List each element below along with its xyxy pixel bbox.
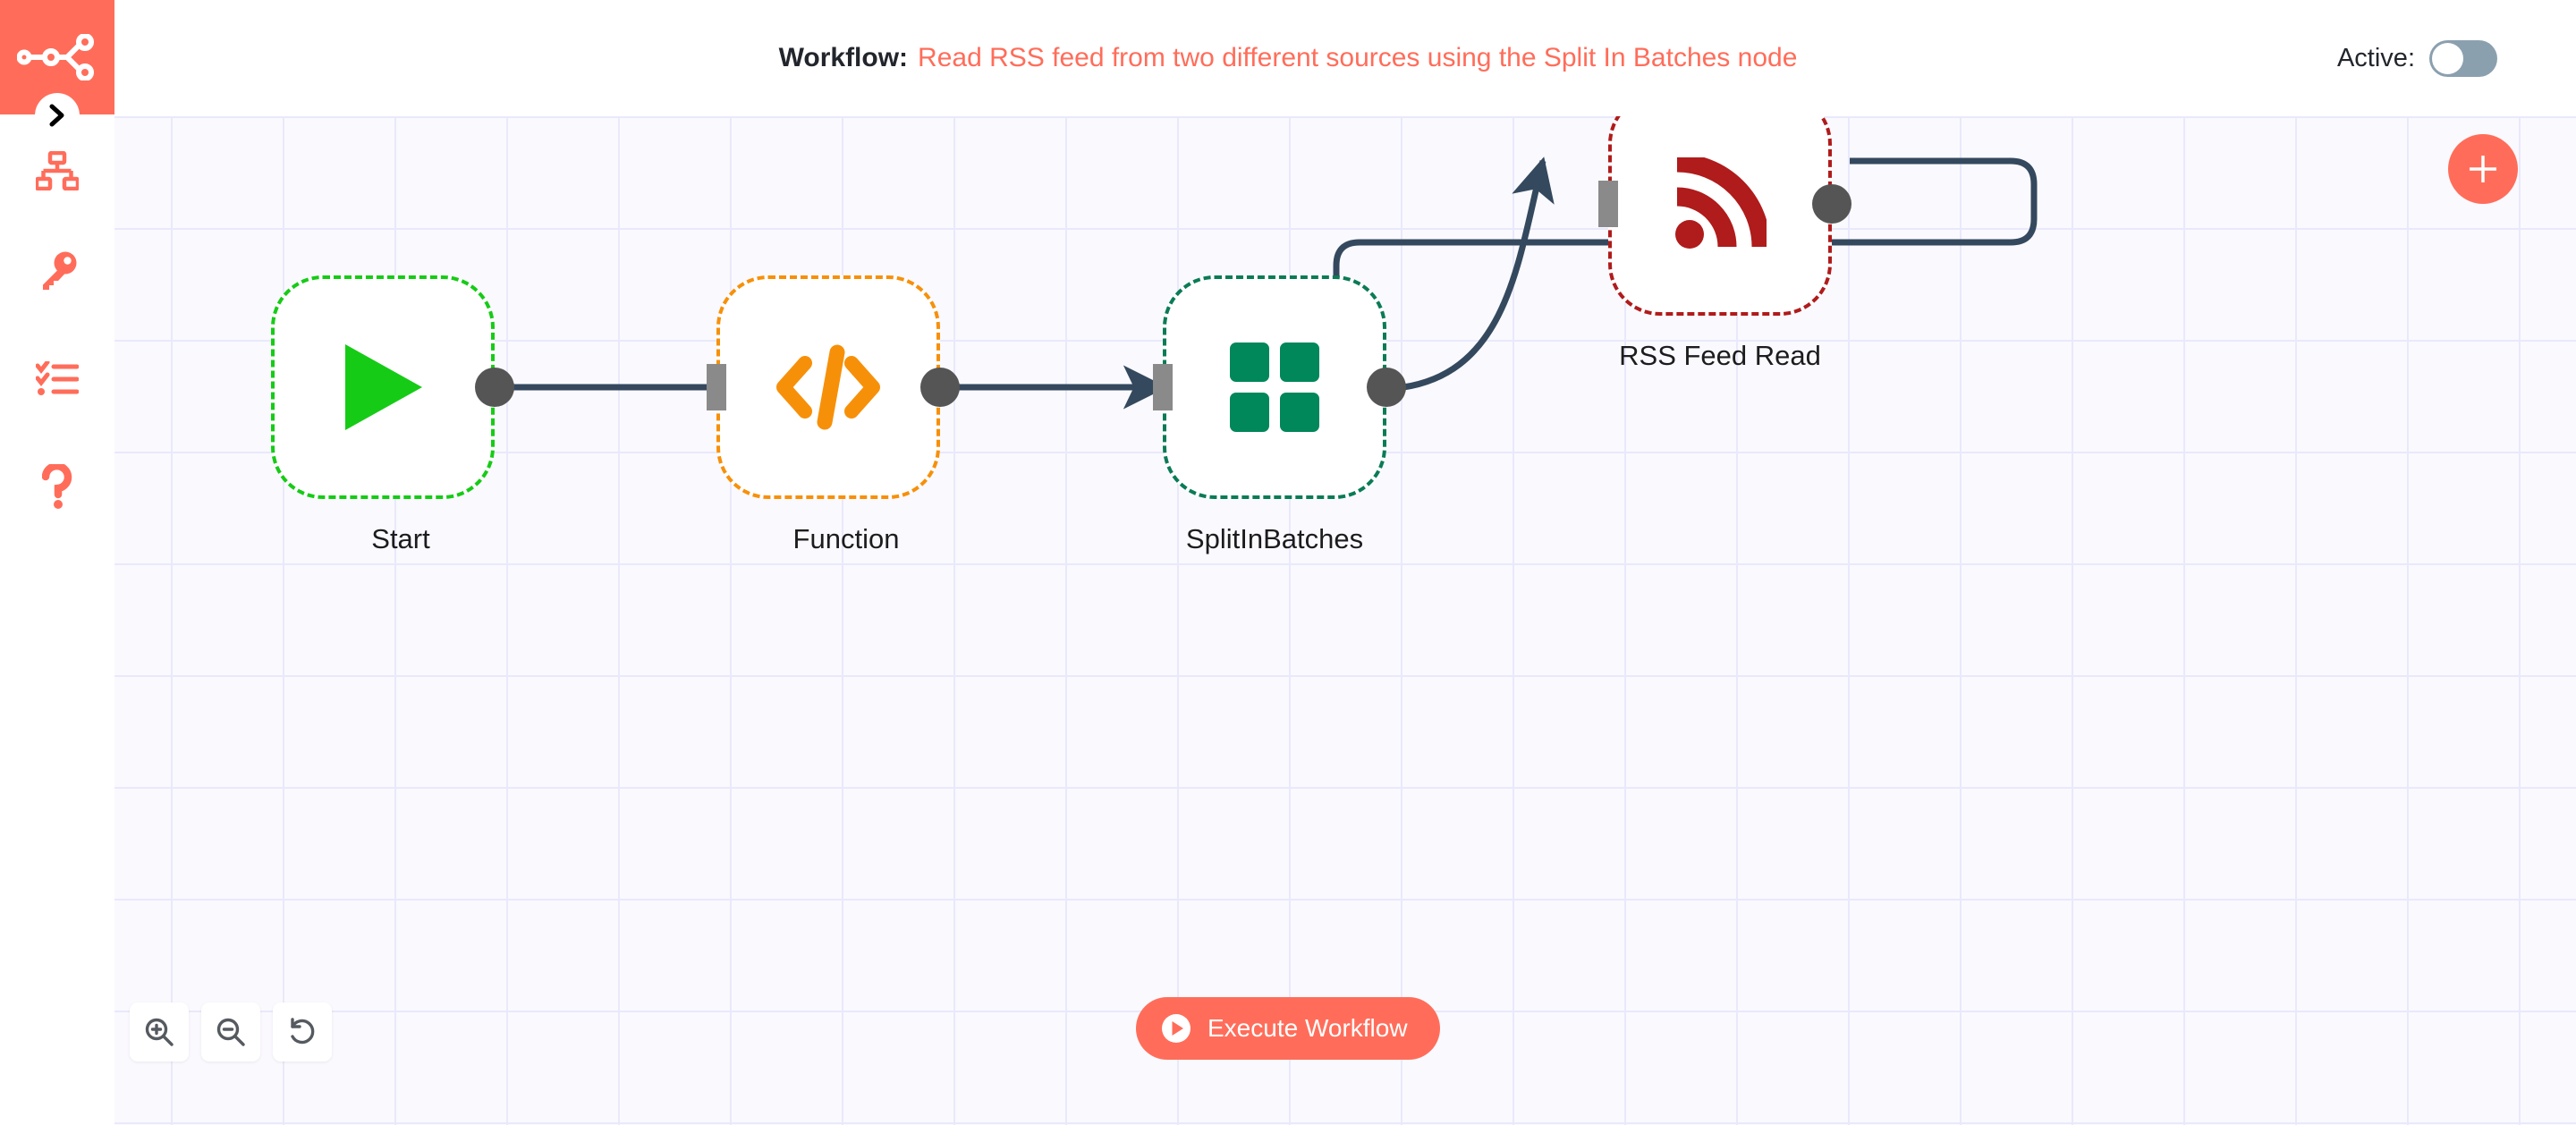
executions-list-icon [36, 361, 79, 395]
endpoint-output-start[interactable] [475, 368, 514, 407]
execute-workflow-button[interactable]: Execute Workflow [1136, 997, 1440, 1060]
top-header: Workflow: Read RSS feed from two differe… [0, 0, 2576, 116]
node-label-splitinbatches: SplitInBatches [1185, 523, 1364, 554]
toggle-knob [2432, 42, 2463, 74]
connection-edges [510, 156, 2038, 410]
help-question-icon [42, 464, 72, 509]
sidebar-item-workflows[interactable] [0, 139, 114, 203]
node-label-rssfeedread: RSS Feed Read [1619, 340, 1821, 371]
node-function[interactable] [716, 275, 940, 499]
workflow-title-bar: Workflow: Read RSS feed from two differe… [0, 0, 2576, 116]
four-squares-icon [1230, 343, 1319, 432]
add-node-button[interactable] [2448, 134, 2518, 204]
workflows-icon [36, 151, 79, 190]
node-rssfeedread[interactable] [1608, 116, 1832, 316]
sidebar-item-executions[interactable] [0, 347, 114, 411]
active-toggle[interactable] [2429, 39, 2497, 77]
sidebar-item-help[interactable] [0, 454, 114, 519]
endpoint-input-function[interactable] [707, 364, 726, 410]
sidebar-item-credentials[interactable] [0, 239, 114, 303]
zoom-in-button[interactable] [130, 1002, 189, 1062]
node-label-start: Start [371, 523, 430, 554]
sidebar [0, 0, 114, 1125]
active-label: Active: [2336, 43, 2415, 72]
n8n-workflow-editor: Start Function SplitInBatches RSS Feed R… [0, 0, 2576, 1125]
zoom-out-icon [216, 1018, 245, 1046]
endpoint-output-function[interactable] [920, 368, 960, 407]
workflow-prefix-label: Workflow: [778, 43, 909, 72]
sidebar-expand-button[interactable] [35, 93, 80, 138]
endpoint-output-splitinbatches[interactable] [1367, 368, 1406, 407]
endpoint-input-splitinbatches[interactable] [1153, 364, 1173, 410]
rss-signal-icon [1675, 157, 1767, 249]
plus-icon [2470, 156, 2496, 182]
zoom-controls [130, 1002, 332, 1062]
node-start[interactable] [271, 275, 495, 499]
endpoint-output-rssfeedread[interactable] [1812, 184, 1852, 224]
play-triangle-icon [345, 344, 422, 430]
chevron-right-icon [49, 104, 64, 127]
workflow-name[interactable]: Read RSS feed from two different sources… [918, 45, 1797, 72]
zoom-in-icon [145, 1018, 174, 1046]
execute-workflow-label: Execute Workflow [1208, 1014, 1408, 1042]
reset-zoom-icon [291, 1018, 315, 1045]
zoom-out-button[interactable] [201, 1002, 260, 1062]
reset-zoom-button[interactable] [273, 1002, 332, 1062]
credentials-key-icon [43, 251, 77, 290]
code-brackets-icon [776, 344, 880, 430]
node-label-function: Function [792, 523, 900, 554]
node-splitinbatches[interactable] [1163, 275, 1386, 499]
play-circle-icon [1162, 1014, 1191, 1043]
endpoint-input-rssfeedread[interactable] [1598, 181, 1618, 227]
active-toggle-group: Active: [2337, 0, 2497, 116]
workflow-canvas[interactable]: Start Function SplitInBatches RSS Feed R… [114, 116, 2576, 1125]
n8n-logo-icon [17, 34, 94, 80]
